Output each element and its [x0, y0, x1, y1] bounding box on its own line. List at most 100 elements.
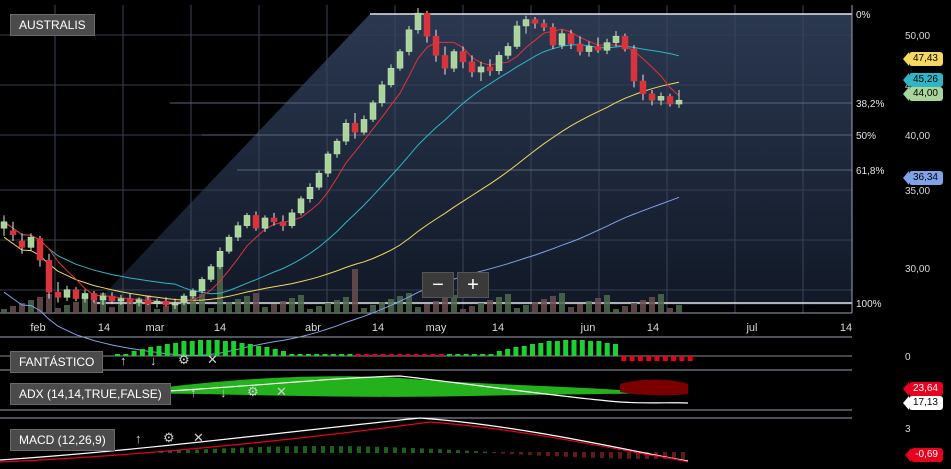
volume-bar — [10, 306, 16, 313]
macd-histogram-bar — [258, 446, 262, 453]
close-icon[interactable]: ✕ — [207, 353, 218, 367]
macd-histogram-bar — [276, 446, 280, 453]
fantastico-axis-label: 0 — [905, 352, 911, 363]
volume-bar — [298, 295, 304, 313]
fantastico-bar — [671, 356, 677, 361]
fantastico-bar — [571, 340, 577, 356]
fib-label: 100% — [856, 299, 882, 310]
macd-axis-label: 3 — [905, 424, 911, 435]
volume-bar — [559, 293, 565, 313]
macd-histogram-bar — [492, 452, 496, 454]
candle-body — [603, 42, 611, 51]
fantastico-bar — [596, 341, 602, 356]
fib-label: 50% — [856, 131, 876, 142]
volume-bar — [226, 302, 232, 313]
candle-body — [9, 230, 17, 235]
panel-title-adx: ADX (14,14,TRUE,FALSE) — [10, 383, 171, 405]
macd-histogram-bar — [204, 449, 208, 453]
volume-bar — [280, 301, 286, 313]
fantastico-bar — [198, 340, 203, 356]
candle-body — [405, 29, 413, 52]
x-axis-label: 14 — [372, 322, 384, 334]
close-icon[interactable]: ✕ — [276, 385, 287, 399]
chevron-down-icon[interactable]: ↓ — [150, 354, 157, 368]
macd-histogram-bar — [627, 452, 631, 459]
candle-body — [90, 293, 98, 301]
macd-histogram-bar — [357, 446, 361, 453]
fantastico-bar — [397, 354, 403, 356]
gear-icon[interactable]: ⚙ — [247, 385, 259, 399]
macd-histogram-bar — [429, 448, 433, 453]
candle-body — [648, 93, 656, 101]
volume-bar — [163, 306, 169, 313]
volume-bar — [460, 309, 466, 313]
volume-bar — [586, 301, 592, 313]
candle-body — [558, 33, 566, 46]
macd-histogram-bar — [546, 452, 550, 457]
fantastico-bar — [471, 354, 477, 356]
zoom-out-button[interactable]: − — [422, 272, 454, 298]
candle-body — [279, 221, 287, 226]
gear-icon[interactable]: ⚙ — [178, 353, 190, 367]
volume-bar — [325, 303, 331, 313]
macd-histogram-bar — [582, 452, 586, 458]
candle-body — [198, 279, 206, 292]
fantastico-bar — [662, 356, 668, 361]
fantastico-bar — [579, 340, 585, 356]
x-axis-label: feb — [30, 322, 45, 334]
candle-body — [171, 302, 179, 306]
candle-body — [450, 51, 458, 69]
volume-bar — [604, 295, 610, 313]
chevron-up-icon[interactable]: ↑ — [135, 432, 142, 446]
volume-bar — [433, 301, 439, 313]
macd-histogram-bar — [618, 452, 622, 459]
volume-bar — [289, 298, 295, 313]
candle-body — [612, 35, 620, 43]
candle-body — [144, 299, 152, 304]
candle-body — [495, 55, 503, 72]
price-tag-ma-mid: 45,26 — [902, 73, 943, 87]
volume-bar — [667, 308, 673, 313]
fantastico-bar — [463, 354, 469, 356]
fib-label: 38,2% — [856, 99, 884, 110]
macd-histogram-bar — [249, 447, 253, 453]
y-axis-label: 35,00 — [905, 186, 930, 197]
panel-title-fantastico: FANTÁSTICO — [10, 351, 104, 373]
chart-stage[interactable]: 0%38,2%50%61,8%100%50,0045,0040,0035,003… — [0, 0, 951, 464]
x-axis-label: jul — [745, 322, 757, 334]
chevron-up-icon[interactable]: ↑ — [120, 354, 127, 368]
x-axis-label: 14 — [214, 322, 226, 334]
fantastico-bar — [447, 354, 452, 356]
x-axis-label: jun — [580, 322, 596, 334]
volume-bar — [334, 300, 340, 313]
candle-body — [297, 198, 305, 214]
macd-histogram-bar — [474, 451, 478, 453]
candle-body — [531, 19, 539, 24]
macd-histogram-bar — [564, 452, 568, 457]
volume-bar — [514, 308, 520, 313]
chevron-down-icon[interactable]: ↓ — [220, 386, 227, 400]
macd-histogram-bar — [294, 446, 298, 453]
volume-bar — [487, 300, 493, 313]
fantastico-bar — [530, 344, 535, 356]
zoom-in-button[interactable]: + — [457, 272, 489, 298]
volume-bar — [307, 309, 313, 313]
volume-bar — [262, 307, 268, 313]
chevron-up-icon[interactable]: ↑ — [190, 386, 197, 400]
fantastico-bar — [455, 354, 461, 356]
adx-green-area — [120, 376, 688, 397]
macd-histogram-bar — [195, 449, 199, 453]
macd-histogram-bar — [312, 446, 316, 453]
fantastico-bar — [364, 354, 369, 356]
fantastico-bar — [339, 354, 345, 356]
fantastico-bar — [380, 354, 386, 356]
candle-body — [216, 250, 224, 267]
panel-title-macd: MACD (12,26,9) — [10, 429, 115, 451]
close-icon[interactable]: ✕ — [193, 431, 204, 445]
candle-body — [675, 99, 683, 105]
gear-icon[interactable]: ⚙ — [163, 431, 175, 445]
candle-body — [666, 96, 674, 105]
macd-histogram-bar — [222, 448, 226, 453]
candle-body — [81, 293, 89, 299]
fantastico-bar — [563, 340, 569, 356]
